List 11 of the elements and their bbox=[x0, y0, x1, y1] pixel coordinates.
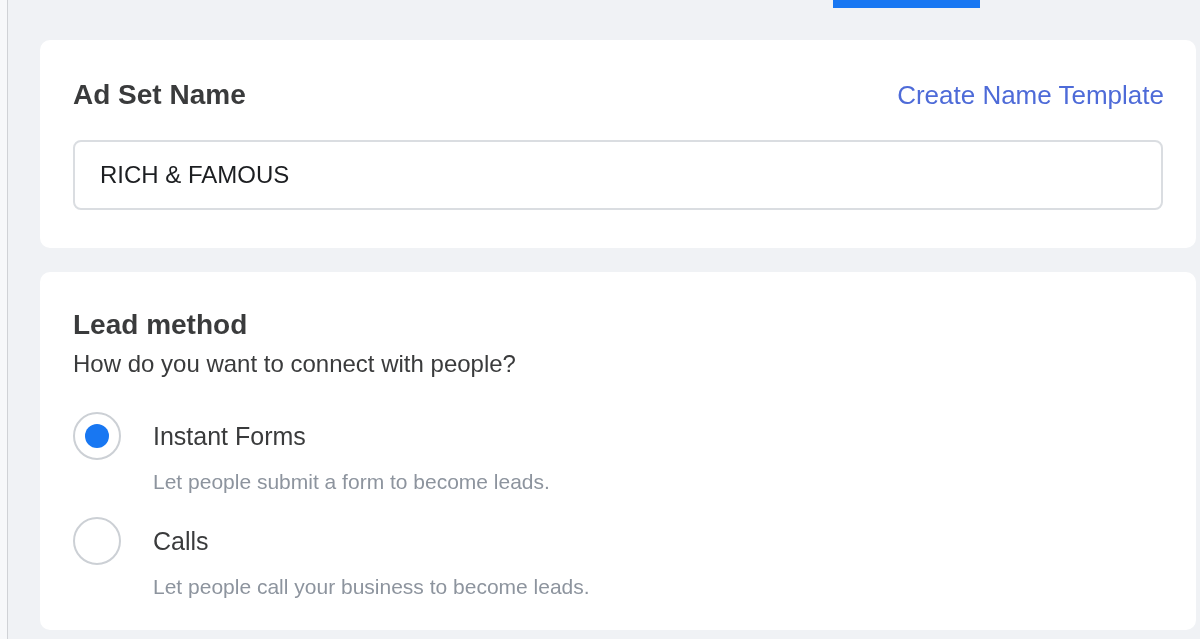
section-subtitle: How do you want to connect with people? bbox=[73, 349, 517, 379]
option-label: Calls bbox=[153, 526, 210, 557]
create-template-link[interactable]: Create Name Template bbox=[897, 75, 1164, 115]
option-description: Let people call your business to become leads. bbox=[153, 573, 590, 600]
radio-button[interactable] bbox=[73, 412, 121, 460]
name-field[interactable]: RICH & FAMOUS bbox=[73, 140, 1163, 210]
section-title: Lead method bbox=[73, 308, 249, 342]
option-description: Let people submit a form to become leads. bbox=[153, 468, 550, 495]
option-label: Instant Forms bbox=[153, 421, 307, 452]
radio-button[interactable] bbox=[73, 517, 121, 565]
section-title: Ad Set Name bbox=[73, 78, 246, 112]
